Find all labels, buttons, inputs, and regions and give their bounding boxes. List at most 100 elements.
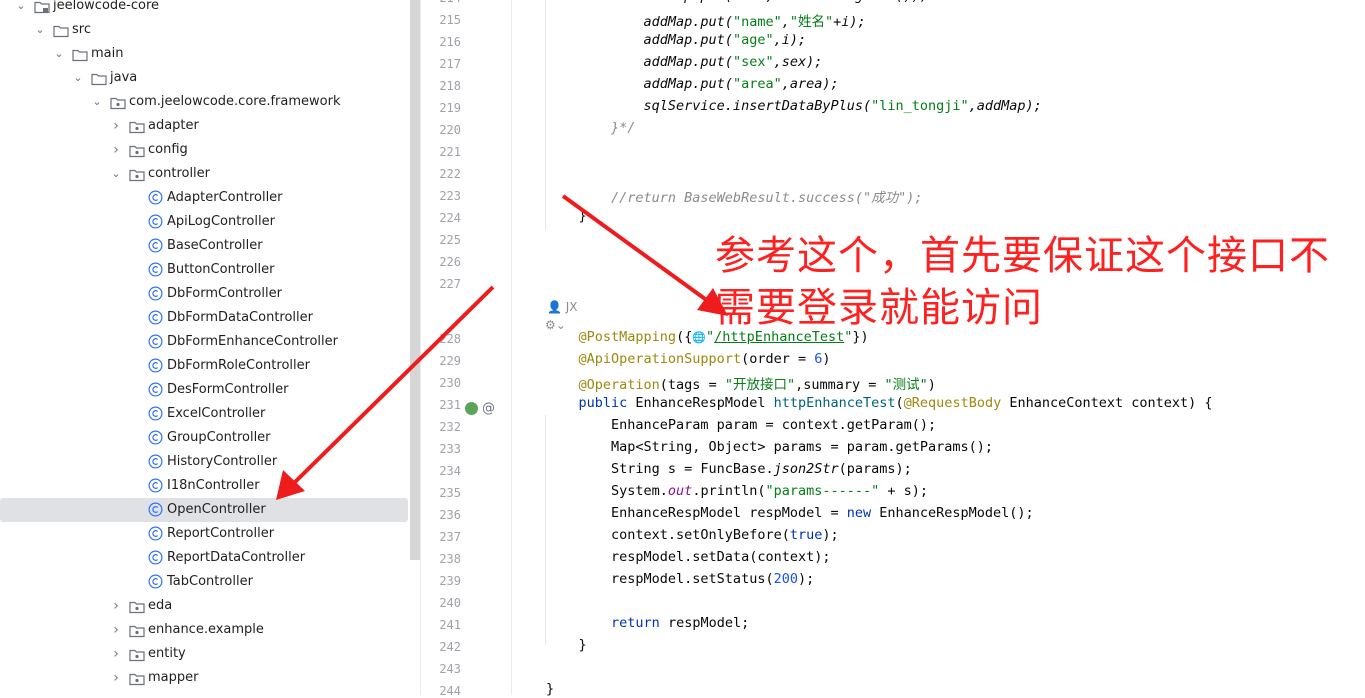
code-line[interactable]: System.out.println("params------" + s); bbox=[546, 483, 928, 499]
tree-item-reportdatacontroller[interactable]: ReportDataController bbox=[0, 546, 408, 570]
code-token: ); bbox=[822, 527, 839, 543]
line-number: 240 bbox=[439, 596, 461, 610]
chevron-down-icon[interactable]: ⌄ bbox=[110, 162, 122, 186]
code-token: " bbox=[706, 329, 715, 345]
code-line[interactable]: addMap.put("age",i); bbox=[546, 32, 807, 48]
code-token: System. bbox=[546, 483, 668, 499]
code-token: ,addMap); bbox=[968, 98, 1042, 114]
chevron-right-icon[interactable]: › bbox=[110, 114, 122, 138]
code-line[interactable]: respModel.setStatus(200); bbox=[546, 571, 814, 587]
chevron-right-icon[interactable]: › bbox=[110, 138, 122, 162]
tree-item-dbformenhancecontroller[interactable]: DbFormEnhanceController bbox=[0, 330, 408, 354]
code-line[interactable]: } bbox=[546, 208, 587, 224]
code-editor[interactable]: 👤 JX ⚙⌄ @ 214 addMap.put("id", idWorker.… bbox=[420, 0, 1365, 698]
code-line[interactable]: addMap.put("area",area); bbox=[546, 76, 839, 92]
tree-item-label: HistoryController bbox=[167, 454, 278, 469]
code-line[interactable]: respModel.setData(context); bbox=[546, 549, 830, 565]
author-hint[interactable]: 👤 JX bbox=[547, 300, 578, 314]
tree-item-dbformcontroller[interactable]: DbFormController bbox=[0, 282, 408, 306]
class-icon bbox=[148, 430, 164, 445]
tree-item-eda[interactable]: › eda bbox=[0, 594, 408, 618]
chevron-right-icon[interactable]: › bbox=[110, 594, 122, 618]
tree-item-adaptercontroller[interactable]: AdapterController bbox=[0, 186, 408, 210]
chevron-down-icon[interactable]: ⌄ bbox=[91, 90, 103, 114]
tree-item-reportcontroller[interactable]: ReportController bbox=[0, 522, 408, 546]
chevron-down-icon[interactable]: ⌄ bbox=[34, 18, 46, 42]
tree-item-buttoncontroller[interactable]: ButtonController bbox=[0, 258, 408, 282]
line-number: 233 bbox=[439, 442, 461, 456]
tree-item-excelcontroller[interactable]: ExcelController bbox=[0, 402, 408, 426]
code-line[interactable]: sqlService.insertDataByPlus("lin_tongji"… bbox=[546, 98, 1042, 114]
tree-item-dbformrolecontroller[interactable]: DbFormRoleController bbox=[0, 354, 408, 378]
code-line[interactable]: @ApiOperationSupport(order = 6) bbox=[546, 351, 831, 367]
code-token: true bbox=[789, 527, 823, 543]
tree-item-mapper[interactable]: › mapper bbox=[0, 666, 408, 690]
code-line[interactable]: addMap.put("name","姓名"+i); bbox=[546, 10, 866, 30]
code-token: (params); bbox=[838, 461, 912, 477]
tree-item-label: eda bbox=[148, 598, 173, 613]
code-line[interactable]: @Operation(tags = "开放接口",summary = "测试") bbox=[546, 373, 936, 393]
tree-item-apilogcontroller[interactable]: ApiLogController bbox=[0, 210, 408, 234]
code-line[interactable]: EnhanceParam param = context.getParam(); bbox=[546, 417, 936, 433]
endpoint-gutter-icon[interactable]: @ bbox=[482, 401, 495, 416]
tree-item-com-jeelowcode-core-framework[interactable]: ⌄ com.jeelowcode.core.framework bbox=[0, 90, 408, 114]
tree-scrollbar[interactable] bbox=[410, 0, 420, 560]
tree-item-enhance-example[interactable]: › enhance.example bbox=[0, 618, 408, 642]
code-token: respModel; bbox=[659, 615, 750, 631]
code-line[interactable]: EnhanceRespModel respModel = new Enhance… bbox=[546, 505, 1034, 521]
tree-item-basecontroller[interactable]: BaseController bbox=[0, 234, 408, 258]
tree-item-desformcontroller[interactable]: DesFormController bbox=[0, 378, 408, 402]
tree-item-config[interactable]: › config bbox=[0, 138, 408, 162]
chevron-right-icon[interactable]: › bbox=[110, 666, 122, 690]
code-token: @PostMapping bbox=[578, 329, 677, 345]
code-line[interactable]: } bbox=[546, 637, 587, 653]
tree-item-label: src bbox=[72, 22, 91, 37]
code-line[interactable]: return respModel; bbox=[546, 615, 749, 631]
code-line[interactable]: String s = FuncBase.json2Str(params); bbox=[546, 461, 912, 477]
tree-item-dbformdatacontroller[interactable]: DbFormDataController bbox=[0, 306, 408, 330]
tree-item-main[interactable]: ⌄ main bbox=[0, 42, 408, 66]
code-token: +i); bbox=[833, 14, 866, 30]
class-icon bbox=[148, 310, 164, 325]
class-icon bbox=[148, 550, 164, 565]
code-token: "姓名" bbox=[789, 14, 834, 30]
code-token: addMap.put( bbox=[546, 76, 733, 92]
tree-item-historycontroller[interactable]: HistoryController bbox=[0, 450, 408, 474]
code-line[interactable]: context.setOnlyBefore(true); bbox=[546, 527, 839, 543]
tree-item-label: config bbox=[148, 142, 188, 157]
chevron-down-icon[interactable]: ⌄ bbox=[72, 66, 84, 90]
line-number: 222 bbox=[439, 167, 461, 181]
code-token: ) bbox=[822, 351, 831, 367]
tree-item-java[interactable]: ⌄ java bbox=[0, 66, 408, 90]
project-tree: ⌄ jeelowcode-core ⌄ src ⌄ main ⌄ java ⌄ com.jeelo… bbox=[0, 0, 420, 695]
tree-item-groupcontroller[interactable]: GroupController bbox=[0, 426, 408, 450]
tree-item-adapter[interactable]: › adapter bbox=[0, 114, 408, 138]
code-line[interactable]: addMap.put("id", idWorker.getId()); bbox=[546, 0, 928, 4]
bean-gutter-icon[interactable] bbox=[465, 402, 478, 415]
chevron-down-icon[interactable]: ⌄ bbox=[15, 0, 27, 18]
tree-item-src[interactable]: ⌄ src bbox=[0, 18, 408, 42]
code-line[interactable]: addMap.put("sex",sex); bbox=[546, 54, 823, 70]
chevron-right-icon[interactable]: › bbox=[110, 618, 122, 642]
code-line[interactable]: //return BaseWebResult.success("成功"); bbox=[546, 186, 922, 206]
tree-item-label: ButtonController bbox=[167, 262, 275, 277]
tree-item-i18ncontroller[interactable]: I18nController bbox=[0, 474, 408, 498]
tree-item-label: adapter bbox=[148, 118, 199, 133]
tree-item-tabcontroller[interactable]: TabController bbox=[0, 570, 408, 594]
chevron-down-icon[interactable]: ⌄ bbox=[53, 42, 65, 66]
tree-item-jeelowcode-core[interactable]: ⌄ jeelowcode-core bbox=[0, 0, 408, 18]
code-line[interactable]: }*/ bbox=[546, 120, 635, 136]
tree-item-entity[interactable]: › entity bbox=[0, 642, 408, 666]
code-line[interactable]: public EnhanceRespModel httpEnhanceTest(… bbox=[546, 395, 1213, 411]
code-token: addMap.put( bbox=[546, 32, 733, 48]
code-token: new bbox=[846, 505, 872, 521]
tree-item-controller[interactable]: ⌄ controller bbox=[0, 162, 408, 186]
package-icon bbox=[110, 95, 126, 110]
code-token: return bbox=[611, 615, 660, 631]
chevron-right-icon[interactable]: › bbox=[110, 642, 122, 666]
code-line[interactable]: Map<String, Object> params = param.getPa… bbox=[546, 439, 993, 455]
code-token: context.setOnlyBefore( bbox=[546, 527, 790, 543]
tree-item-opencontroller[interactable]: OpenController bbox=[0, 498, 408, 522]
